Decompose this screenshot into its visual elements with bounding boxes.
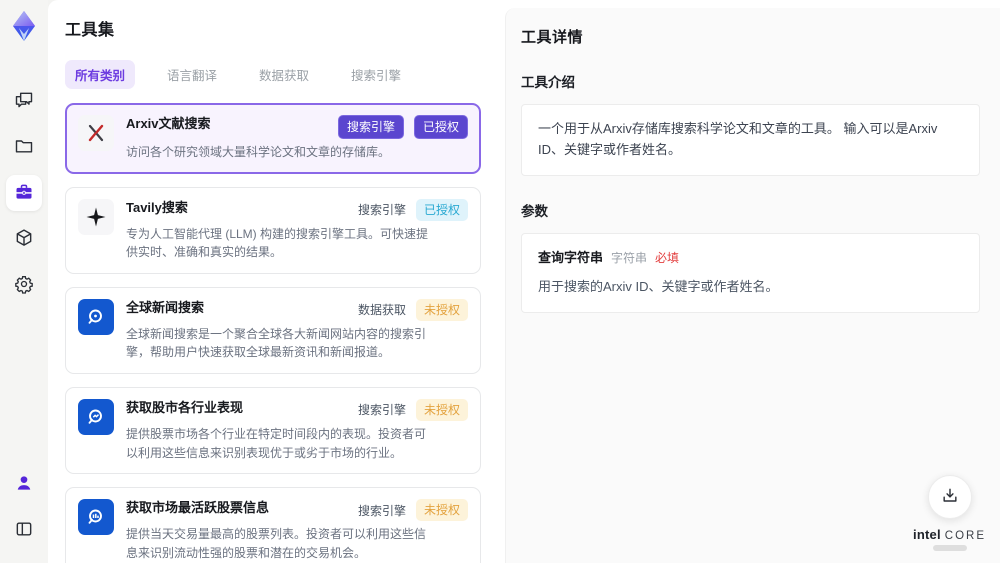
tool-intro-text: 一个用于从Arxiv存储库搜索科学论文和文章的工具。 输入可以是Arxiv ID… [521, 104, 980, 176]
auth-badge: 未授权 [415, 499, 468, 522]
tool-list-item[interactable]: Arxiv文献搜索 搜索引擎 已授权 访问各个研究领域大量科学论文和文章的存储库。 [65, 103, 481, 174]
param-card: 查询字符串 字符串 必填 用于搜索的Arxiv ID、关键字或作者姓名。 [521, 232, 980, 314]
cube-icon [14, 228, 34, 251]
category-label: 搜索引擎 [357, 403, 406, 418]
tool-name: 获取股市各行业表现 [126, 399, 244, 415]
app-window: 工具集 所有类别 语言翻译 数据获取 搜索引擎 Arxiv文献搜索 搜索引擎 已授权 访… [0, 0, 1000, 563]
tool-description: 访问各个研究领域大量科学论文和文章的存储库。 [126, 145, 391, 159]
category-label: 搜索引擎 [357, 503, 406, 518]
category-label: 搜索引擎 [357, 203, 406, 218]
param-description: 用于搜索的Arxiv ID、关键字或作者姓名。 [538, 279, 779, 295]
tab-1[interactable]: 语言翻译 [157, 60, 227, 89]
tavily-icon [78, 198, 114, 235]
tool-list-item[interactable]: 获取股市各行业表现 搜索引擎 未授权 提供股票市场各个行业在特定时间段内的表现。投… [65, 386, 481, 475]
page-title: 工具集 [65, 22, 115, 39]
category-badge: 搜索引擎 [337, 115, 404, 139]
download-icon [940, 486, 960, 509]
gear-icon [14, 274, 34, 297]
params-heading: 参数 [521, 203, 548, 219]
auth-badge: 已授权 [415, 198, 468, 221]
stock-sector-icon [78, 398, 114, 435]
core-brand-text: CORE [944, 530, 986, 542]
param-name: 查询字符串 [538, 249, 604, 265]
tool-list: Arxiv文献搜索 搜索引擎 已授权 访问各个研究领域大量科学论文和文章的存储库。… [65, 103, 481, 563]
toolbox-icon [14, 182, 34, 205]
chat-icon [14, 90, 34, 113]
user-icon [14, 473, 34, 496]
panel-toggle-icon [14, 519, 34, 542]
news-search-icon [78, 298, 114, 335]
tool-description: 专为人工智能代理 (LLM) 构建的搜索引擎工具。可快速提供实时、准确和真实的结… [126, 226, 429, 260]
auth-badge: 未授权 [415, 298, 468, 321]
sidebar-item-chat[interactable] [6, 83, 42, 119]
arxiv-icon [78, 115, 114, 151]
tool-name: Arxiv文献搜索 [126, 116, 211, 131]
category-label: 数据获取 [357, 303, 406, 318]
tool-name: 全球新闻搜索 [126, 299, 205, 315]
details-title: 工具详情 [521, 29, 584, 46]
category-tabs: 所有类别 语言翻译 数据获取 搜索引擎 [65, 60, 500, 89]
tab-3[interactable]: 搜索引擎 [341, 60, 411, 89]
tool-list-item[interactable]: 获取市场最活跃股票信息 搜索引擎 未授权 提供当天交易量最高的股票列表。投资者可以… [65, 487, 481, 563]
intel-core-logo: intel CORE [913, 527, 986, 551]
intel-core-sub-badge [932, 545, 967, 551]
corner-widget: intel CORE [913, 475, 986, 551]
tool-list-item[interactable]: 全球新闻搜索 数据获取 未授权 全球新闻搜索是一个聚合全球各大新闻网站内容的搜索引… [65, 286, 481, 374]
tab-0[interactable]: 所有类别 [65, 60, 136, 89]
param-type: 字符串 [611, 250, 648, 265]
sidebar-item-packages[interactable] [6, 221, 42, 257]
tool-list-item[interactable]: Tavily搜索 搜索引擎 已授权 专为人工智能代理 (LLM) 构建的搜索引擎工… [65, 186, 481, 274]
folder-icon [14, 136, 34, 159]
auth-badge: 未授权 [415, 398, 468, 421]
tool-name: Tavily搜索 [126, 199, 188, 215]
sidebar-item-account[interactable] [6, 466, 42, 502]
download-button[interactable] [927, 475, 972, 519]
auth-badge: 已授权 [413, 115, 468, 139]
intro-heading: 工具介绍 [521, 75, 575, 90]
sidebar-item-tools[interactable] [6, 175, 42, 211]
sidebar-item-collapse[interactable] [6, 512, 42, 548]
sidebar-item-settings[interactable] [6, 267, 42, 303]
sidebar [0, 0, 48, 563]
sidebar-item-files[interactable] [6, 129, 42, 165]
tab-2[interactable]: 数据获取 [249, 60, 319, 89]
app-logo-icon [6, 8, 42, 44]
main-content: 工具集 所有类别 语言翻译 数据获取 搜索引擎 Arxiv文献搜索 搜索引擎 已授权 访… [48, 0, 1000, 563]
tool-description: 全球新闻搜索是一个聚合全球各大新闻网站内容的搜索引擎，帮助用户快速获取全球最新资… [126, 326, 427, 360]
tool-description: 提供当天交易量最高的股票列表。投资者可以利用这些信息来识别流动性强的股票和潜在的… [126, 527, 427, 560]
tool-description: 提供股票市场各个行业在特定时间段内的表现。投资者可以利用这些信息来识别表现优于或… [126, 426, 427, 460]
active-stocks-icon [78, 499, 114, 536]
param-required-badge: 必填 [655, 250, 680, 265]
intel-brand-text: intel [913, 527, 941, 542]
tool-name: 获取市场最活跃股票信息 [126, 500, 270, 516]
tools-panel: 工具集 所有类别 语言翻译 数据获取 搜索引擎 Arxiv文献搜索 搜索引擎 已授权 访… [48, 0, 517, 563]
